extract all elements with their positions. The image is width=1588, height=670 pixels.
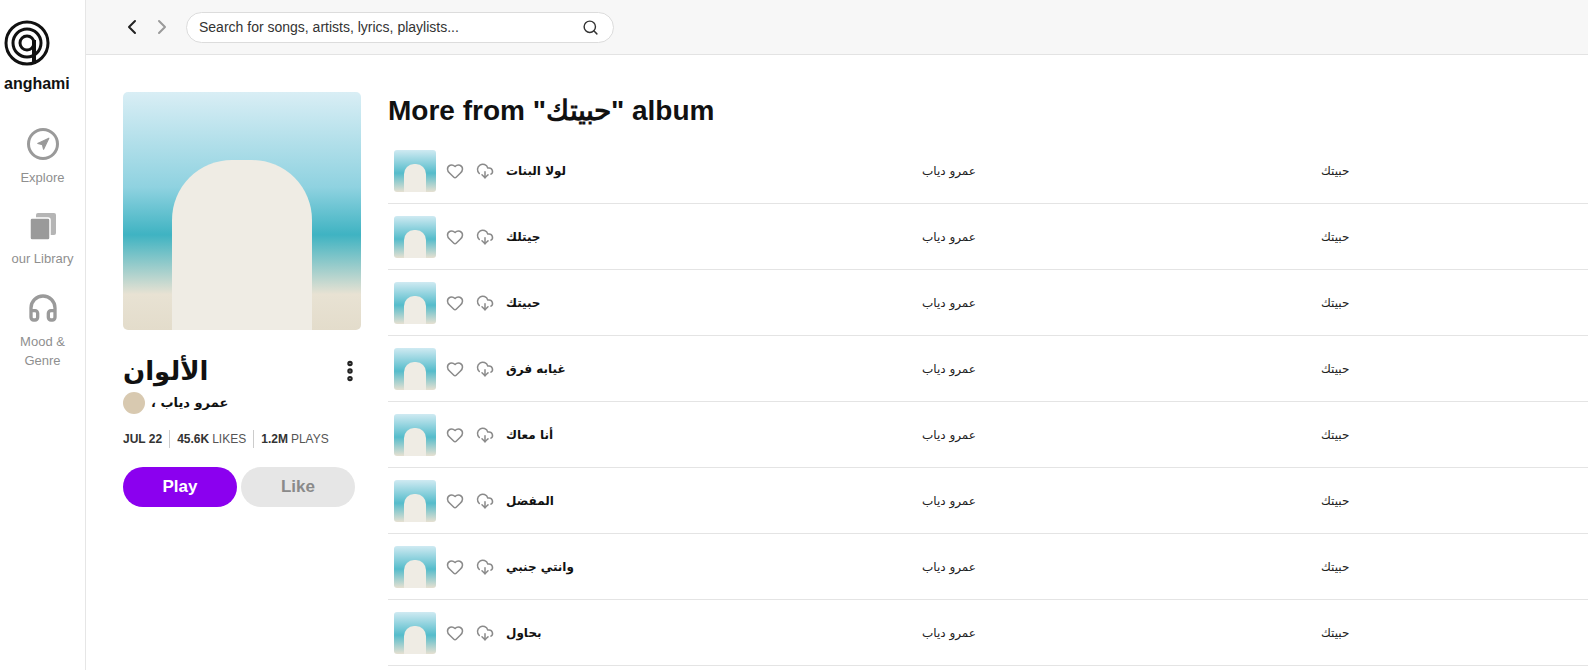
track-artist[interactable]: عمرو دياب	[922, 624, 1321, 642]
heart-icon[interactable]	[446, 624, 464, 642]
main: Search for songs, artists, lyrics, playl…	[86, 0, 1588, 670]
track-album[interactable]: حبيتك	[1321, 558, 1349, 576]
track-thumbnail	[394, 282, 436, 324]
track-title[interactable]: وانتي جنبي	[506, 558, 922, 576]
logo[interactable]: anghami	[0, 0, 85, 94]
play-button[interactable]: Play	[123, 467, 237, 507]
track-title[interactable]: المفضل	[506, 492, 922, 510]
heart-icon[interactable]	[446, 294, 464, 312]
track-thumbnail	[394, 546, 436, 588]
forward-icon[interactable]	[150, 15, 174, 39]
track-title[interactable]: أنا معاك	[506, 426, 922, 444]
logo-text: anghami	[4, 74, 70, 94]
heart-icon[interactable]	[446, 558, 464, 576]
track-thumbnail	[394, 150, 436, 192]
like-button[interactable]: Like	[241, 467, 355, 507]
search-field[interactable]: Search for songs, artists, lyrics, playl…	[186, 12, 614, 43]
top-bar: Search for songs, artists, lyrics, playl…	[86, 0, 1588, 55]
track-thumbnail	[394, 348, 436, 390]
track-artist[interactable]: عمرو دياب	[922, 492, 1321, 510]
album-title: الألوان	[123, 354, 208, 388]
heart-icon[interactable]	[446, 426, 464, 444]
sidebar-item[interactable]: our Library	[5, 211, 81, 268]
section-heading: More from "حبيتك" album	[388, 92, 1588, 130]
track-row[interactable]: جيتلكعمرو ديابحبيتك	[388, 204, 1588, 270]
more-options-icon[interactable]	[337, 358, 363, 384]
more-from-album: More from "حبيتك" albumلولا البناتعمرو د…	[388, 92, 1588, 670]
sidebar-item[interactable]: Explore	[5, 128, 81, 187]
download-icon[interactable]	[476, 228, 494, 246]
search-icon[interactable]	[582, 19, 599, 36]
track-thumbnail	[394, 414, 436, 456]
track-thumbnail	[394, 480, 436, 522]
track-row[interactable]: لولا البناتعمرو ديابحبيتك	[388, 138, 1588, 204]
download-icon[interactable]	[476, 426, 494, 444]
album-artist[interactable]: ، عمرو دياب	[123, 392, 361, 414]
track-row[interactable]: حبيتكعمرو ديابحبيتك	[388, 270, 1588, 336]
album-stats: JUL 2245.6KLIKES1.2MPLAYS	[123, 430, 361, 448]
track-artist[interactable]: عمرو دياب	[922, 228, 1321, 246]
track-album[interactable]: حبيتك	[1321, 624, 1349, 642]
track-artist[interactable]: عمرو دياب	[922, 360, 1321, 378]
download-icon[interactable]	[476, 492, 494, 510]
track-title[interactable]: جيتلك	[506, 228, 922, 246]
track-artist[interactable]: عمرو دياب	[922, 294, 1321, 312]
track-list: لولا البناتعمرو ديابحبيتكجيتلكعمرو ديابح…	[388, 138, 1588, 666]
track-album[interactable]: حبيتك	[1321, 294, 1349, 312]
heart-icon[interactable]	[446, 360, 464, 378]
download-icon[interactable]	[476, 162, 494, 180]
track-row[interactable]: غيابه فرقعمرو ديابحبيتك	[388, 336, 1588, 402]
download-icon[interactable]	[476, 294, 494, 312]
explore-icon	[27, 128, 59, 160]
back-icon[interactable]	[120, 15, 144, 39]
artist-avatar	[123, 392, 145, 414]
heart-icon[interactable]	[446, 162, 464, 180]
track-title[interactable]: غيابه فرق	[506, 360, 922, 378]
track-artist[interactable]: عمرو دياب	[922, 426, 1321, 444]
track-row[interactable]: أنا معاكعمرو ديابحبيتك	[388, 402, 1588, 468]
track-title[interactable]: حبيتك	[506, 294, 922, 312]
track-album[interactable]: حبيتك	[1321, 426, 1349, 444]
headphones-icon	[27, 292, 59, 324]
track-artist[interactable]: عمرو دياب	[922, 162, 1321, 180]
track-album[interactable]: حبيتك	[1321, 492, 1349, 510]
download-icon[interactable]	[476, 624, 494, 642]
track-row[interactable]: المفضلعمرو ديابحبيتك	[388, 468, 1588, 534]
library-icon	[28, 211, 58, 241]
album-cover	[123, 92, 361, 330]
download-icon[interactable]	[476, 360, 494, 378]
download-icon[interactable]	[476, 558, 494, 576]
album-info: الألوان ، عمرو دياب JUL 2245.6KLIKES1.2MPL…	[123, 92, 361, 670]
track-album[interactable]: حبيتك	[1321, 360, 1349, 378]
track-artist[interactable]: عمرو دياب	[922, 558, 1321, 576]
track-thumbnail	[394, 612, 436, 654]
heart-icon[interactable]	[446, 492, 464, 510]
sidebar: anghami Explore our Library Mood & Genre	[0, 0, 86, 670]
track-thumbnail	[394, 216, 436, 258]
heart-icon[interactable]	[446, 228, 464, 246]
track-title[interactable]: بحاول	[506, 624, 922, 642]
content: الألوان ، عمرو دياب JUL 2245.6KLIKES1.2MPL…	[86, 55, 1588, 670]
track-album[interactable]: حبيتك	[1321, 162, 1349, 180]
track-title[interactable]: لولا البنات	[506, 162, 922, 180]
track-row[interactable]: بحاولعمرو ديابحبيتك	[388, 600, 1588, 666]
sidebar-nav: Explore our Library Mood & Genre	[5, 128, 81, 370]
track-album[interactable]: حبيتك	[1321, 228, 1349, 246]
sidebar-item[interactable]: Mood & Genre	[5, 292, 81, 370]
anghami-logo-icon	[4, 20, 50, 66]
app: anghami Explore our Library Mood & Genre Sea…	[0, 0, 1588, 670]
track-row[interactable]: وانتي جنبيعمرو ديابحبيتك	[388, 534, 1588, 600]
